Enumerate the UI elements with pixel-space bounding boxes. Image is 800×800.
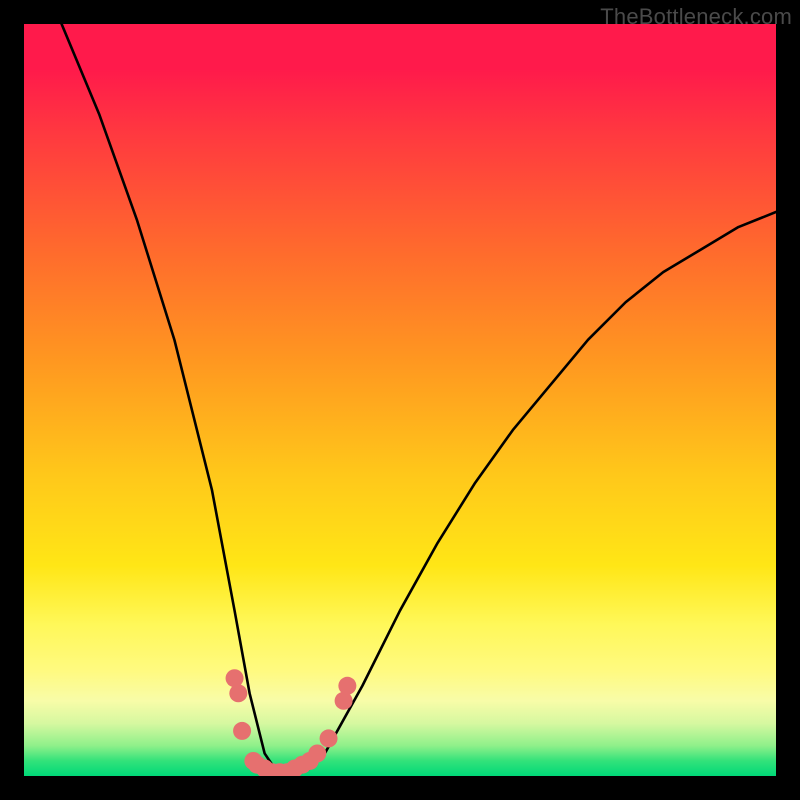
data-point-marker [338,677,356,695]
data-point-marker [244,752,262,770]
data-point-marker [271,763,289,776]
data-point-marker [301,752,319,770]
chart-svg [24,24,776,776]
data-point-marker [293,756,311,774]
curve-line [62,24,776,776]
data-point-marker [335,692,353,710]
data-point-marker [308,744,326,762]
data-point-marker [320,729,338,747]
curve-markers [226,669,357,776]
data-point-marker [286,759,304,776]
chart-frame: TheBottleneck.com [0,0,800,800]
data-point-marker [233,722,251,740]
data-point-marker [229,684,247,702]
chart-plot-area [24,24,776,776]
data-point-marker [226,669,244,687]
data-point-marker [248,756,266,774]
data-point-marker [278,763,296,776]
bottleneck-curve-path [62,24,776,776]
data-point-marker [263,763,281,776]
data-point-marker [256,759,274,776]
